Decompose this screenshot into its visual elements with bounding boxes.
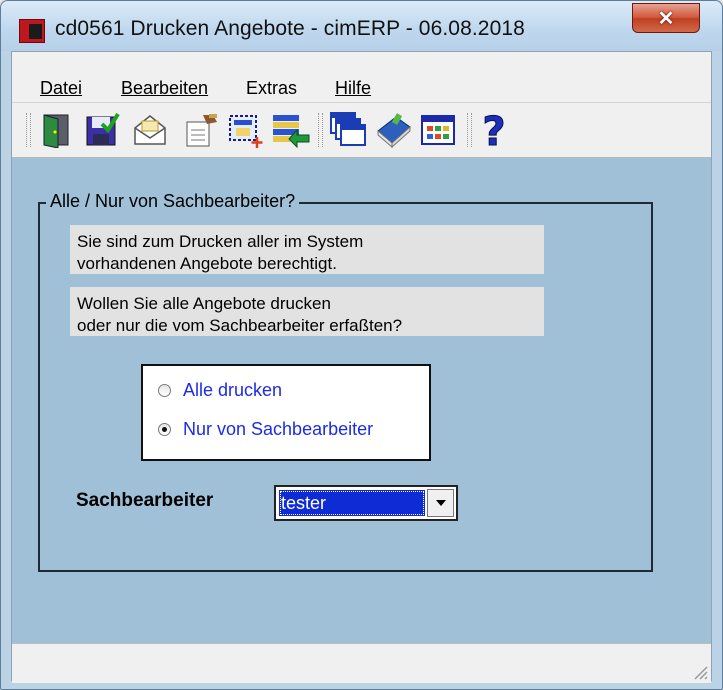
book-icon[interactable] [374,110,414,150]
close-button[interactable]: ✕ [632,3,700,33]
menu-hilfe[interactable]: Hilfe [335,78,371,99]
info-question-line1: Wollen Sie alle Angebote drucken [77,294,331,313]
info-question: Wollen Sie alle Angebote drucken oder nu… [70,287,544,336]
window-title: cd0561 Drucken Angebote - cimERP - 06.08… [55,17,525,40]
print-scope-radio-group: Alle drucken Nur von Sachbearbeiter [141,364,431,461]
toolbar-separator [318,113,323,147]
radio-unchecked-icon[interactable] [158,384,171,397]
menu-datei[interactable]: Datei [40,78,82,99]
radio-alle-drucken-label[interactable]: Alle drucken [183,380,282,401]
menu-bar: Datei Bearbeiten Extras Hilfe [12,52,711,103]
sachbearbeiter-dropdown[interactable]: tester [274,485,458,521]
resize-grip-icon[interactable] [689,661,709,681]
radio-nur-sachbearbeiter-label[interactable]: Nur von Sachbearbeiter [183,419,373,440]
import-list-icon[interactable] [271,110,311,150]
title-bar[interactable]: cd0561 Drucken Angebote - cimERP - 06.08… [1,1,722,51]
info-permission-line1: Sie sind zum Drucken aller im System [77,232,364,251]
exit-door-icon[interactable] [36,110,76,150]
toolbar-separator [26,113,31,147]
app-icon[interactable] [19,19,45,43]
svg-text:?: ? [482,109,505,151]
info-permission: Sie sind zum Drucken aller im System vor… [70,225,544,274]
toolbar: ? [12,103,711,158]
edit-document-icon[interactable] [182,110,222,150]
radio-alle-drucken[interactable]: Alle drucken [158,380,282,401]
client-area: Datei Bearbeiten Extras Hilfe ? Alle / N… [11,51,712,683]
radio-nur-sachbearbeiter[interactable]: Nur von Sachbearbeiter [158,419,373,440]
info-permission-line2: vorhandenen Angebote berechtigt. [77,254,337,273]
menu-bearbeiten[interactable]: Bearbeiten [121,78,208,99]
grid-table-icon[interactable] [418,110,458,150]
radio-checked-icon[interactable] [158,423,171,436]
save-icon[interactable] [82,110,122,150]
close-icon: ✕ [657,7,675,30]
chevron-down-icon [435,500,446,506]
info-question-line2: oder nur die vom Sachbearbeiter erfaßten… [77,316,403,335]
status-bar [12,643,711,683]
help-icon[interactable]: ? [474,109,514,151]
select-add-icon[interactable] [226,110,266,150]
mail-icon[interactable] [130,110,170,150]
windows-icon[interactable] [328,110,368,150]
menu-extras[interactable]: Extras [246,78,297,99]
sachbearbeiter-label: Sachbearbeiter [76,490,214,511]
application-window: cd0561 Drucken Angebote - cimERP - 06.08… [0,0,723,690]
group-legend: Alle / Nur von Sachbearbeiter? [46,191,300,212]
toolbar-separator [467,113,472,147]
sachbearbeiter-value[interactable]: tester [279,490,425,516]
dropdown-arrow-button[interactable] [427,489,454,517]
